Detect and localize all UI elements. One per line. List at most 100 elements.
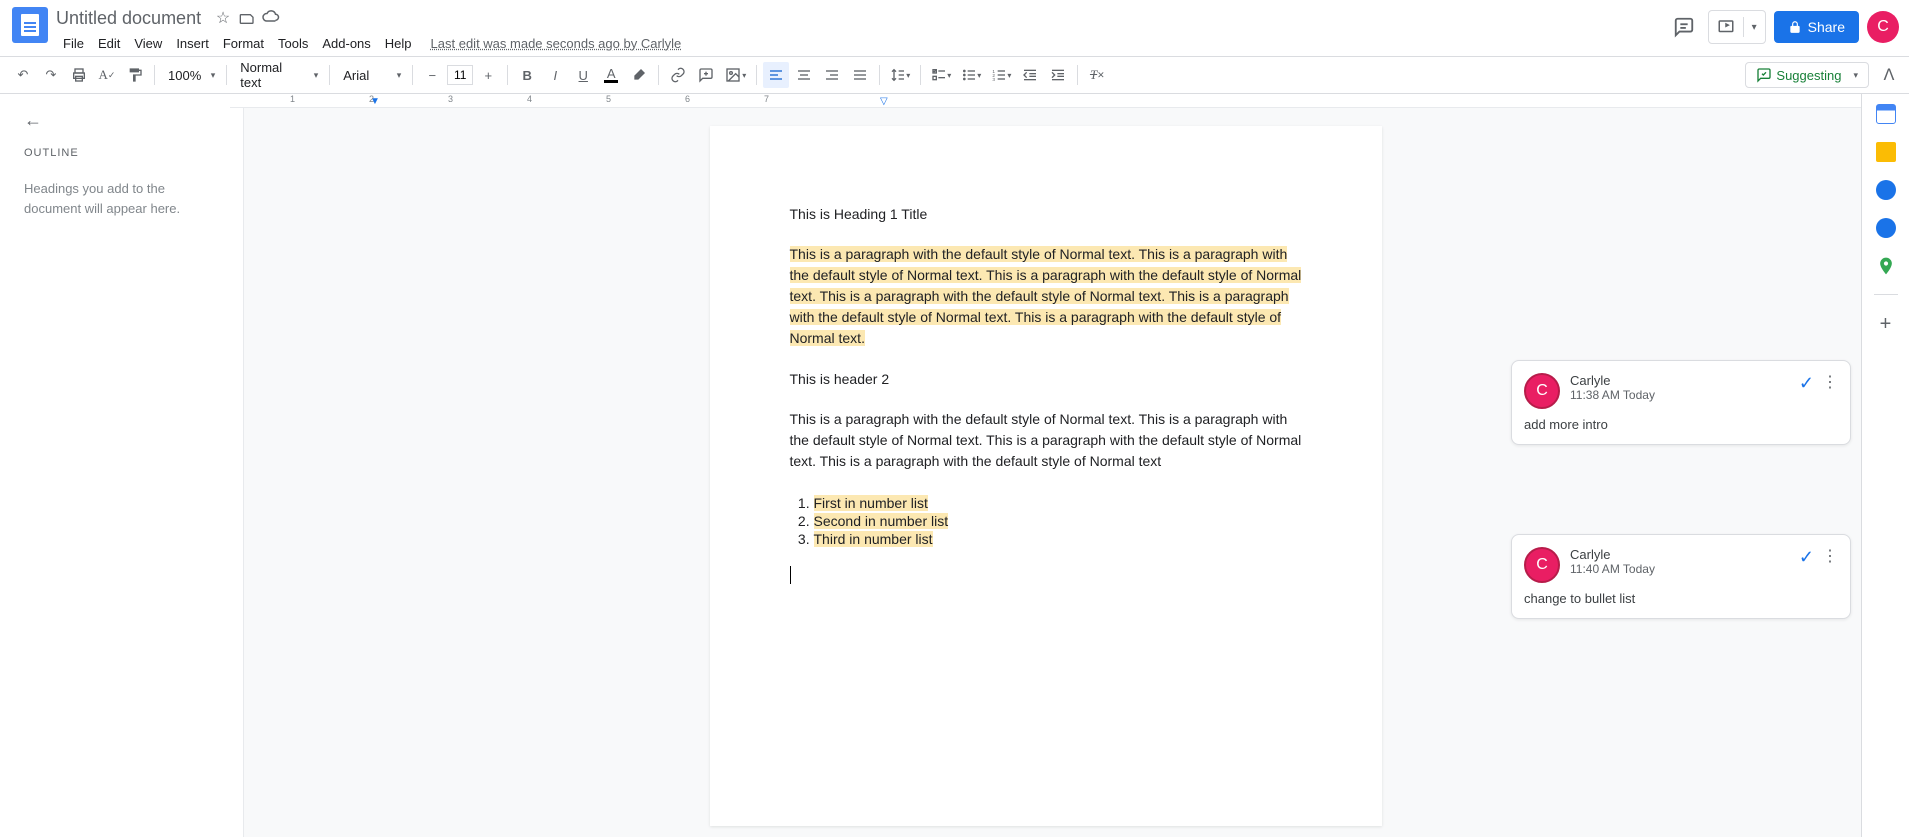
- redo-icon[interactable]: ↷: [38, 62, 64, 88]
- get-addons-icon[interactable]: +: [1880, 313, 1892, 336]
- account-avatar[interactable]: C: [1867, 11, 1899, 43]
- document-page[interactable]: This is Heading 1 Title This is a paragr…: [710, 126, 1382, 826]
- font-select[interactable]: Arial: [336, 63, 406, 87]
- comment-text: add more intro: [1524, 417, 1838, 432]
- decrease-font-icon[interactable]: −: [419, 62, 445, 88]
- comment-card[interactable]: C Carlyle 11:40 AM Today ✓ ⋮ change to b…: [1511, 534, 1851, 619]
- present-icon[interactable]: [1709, 11, 1743, 43]
- menu-tools[interactable]: Tools: [271, 32, 315, 55]
- last-edit-link[interactable]: Last edit was made seconds ago by Carlyl…: [431, 36, 682, 51]
- heading-1[interactable]: This is Heading 1 Title: [790, 206, 1302, 222]
- outline-title: OUTLINE: [24, 147, 206, 159]
- side-panel-rail: +: [1861, 94, 1909, 837]
- comment-avatar: C: [1524, 373, 1560, 409]
- menu-edit[interactable]: Edit: [91, 32, 127, 55]
- document-title[interactable]: Untitled document: [56, 8, 201, 29]
- align-right-icon[interactable]: [819, 62, 845, 88]
- open-comments-icon[interactable]: [1668, 11, 1700, 43]
- highlighted-text[interactable]: Second in number list: [814, 513, 949, 529]
- mode-label: Suggesting: [1776, 68, 1841, 83]
- numbered-list-icon[interactable]: 123▾: [987, 62, 1015, 88]
- bold-icon[interactable]: B: [514, 62, 540, 88]
- comment-more-icon[interactable]: ⋮: [1822, 380, 1838, 386]
- increase-indent-icon[interactable]: [1045, 62, 1071, 88]
- tasks-addon-icon[interactable]: [1876, 180, 1896, 200]
- paragraph-2[interactable]: This is a paragraph with the default sty…: [790, 409, 1302, 472]
- add-comment-icon[interactable]: [693, 62, 719, 88]
- highlighted-text[interactable]: First in number list: [814, 495, 928, 511]
- list-item[interactable]: Third in number list: [814, 530, 1302, 548]
- document-canvas[interactable]: ▼ ▽ 1234567 This is Heading 1 Title This…: [230, 94, 1861, 837]
- line-spacing-icon[interactable]: ▾: [886, 62, 914, 88]
- outline-hint: Headings you add to the document will ap…: [24, 179, 206, 218]
- spellcheck-icon[interactable]: A✓: [94, 62, 120, 88]
- resolve-comment-icon[interactable]: ✓: [1799, 547, 1814, 568]
- maps-addon-icon[interactable]: [1876, 256, 1896, 276]
- keep-addon-icon[interactable]: [1876, 142, 1896, 162]
- highlighted-text[interactable]: Third in number list: [814, 531, 933, 547]
- numbered-list[interactable]: First in number list Second in number lis…: [814, 494, 1302, 548]
- contacts-addon-icon[interactable]: [1876, 218, 1896, 238]
- resolve-comment-icon[interactable]: ✓: [1799, 373, 1814, 394]
- ruler-tick: 3: [448, 94, 453, 104]
- print-icon[interactable]: [66, 62, 92, 88]
- comment-text: change to bullet list: [1524, 591, 1838, 606]
- comment-timestamp: 11:38 AM Today: [1570, 388, 1655, 402]
- docs-logo-icon[interactable]: [12, 7, 48, 43]
- zoom-select[interactable]: 100%: [161, 63, 220, 87]
- paint-format-icon[interactable]: [122, 62, 148, 88]
- font-size-input[interactable]: [447, 65, 473, 85]
- move-icon[interactable]: [237, 8, 257, 28]
- highlighted-text[interactable]: This is a paragraph with the default sty…: [790, 246, 1302, 346]
- outline-panel: ← OUTLINE Headings you add to the docume…: [0, 94, 230, 837]
- comment-timestamp: 11:40 AM Today: [1570, 562, 1655, 576]
- present-dropdown-icon[interactable]: ▾: [1744, 11, 1765, 43]
- header-actions: ▾ Share C: [1668, 10, 1899, 44]
- present-button[interactable]: ▾: [1708, 10, 1766, 44]
- ruler-tick: 2: [369, 94, 374, 104]
- editing-mode-select[interactable]: Suggesting ▾: [1745, 62, 1869, 88]
- highlight-color-icon[interactable]: [626, 62, 652, 88]
- menu-help[interactable]: Help: [378, 32, 419, 55]
- paragraph-1[interactable]: This is a paragraph with the default sty…: [790, 244, 1302, 349]
- decrease-indent-icon[interactable]: [1017, 62, 1043, 88]
- menu-file[interactable]: File: [56, 32, 91, 55]
- list-item[interactable]: First in number list: [814, 494, 1302, 512]
- menu-format[interactable]: Format: [216, 32, 271, 55]
- align-justify-icon[interactable]: [847, 62, 873, 88]
- underline-icon[interactable]: U: [570, 62, 596, 88]
- collapse-toolbar-icon[interactable]: ᐱ: [1877, 63, 1901, 87]
- menu-addons[interactable]: Add-ons: [315, 32, 377, 55]
- toolbar: ↶ ↷ A✓ 100% Normal text Arial − + B I U …: [0, 56, 1909, 94]
- ruler-tick: 4: [527, 94, 532, 104]
- star-icon[interactable]: ☆: [213, 8, 233, 28]
- checklist-icon[interactable]: ▾: [927, 62, 955, 88]
- insert-link-icon[interactable]: [665, 62, 691, 88]
- list-item[interactable]: Second in number list: [814, 512, 1302, 530]
- text-color-icon[interactable]: A: [598, 62, 624, 88]
- menu-view[interactable]: View: [127, 32, 169, 55]
- bulleted-list-icon[interactable]: ▾: [957, 62, 985, 88]
- indent-right-marker-icon[interactable]: ▽: [880, 96, 888, 107]
- paragraph-style-select[interactable]: Normal text: [233, 63, 323, 87]
- align-center-icon[interactable]: [791, 62, 817, 88]
- align-left-icon[interactable]: [763, 62, 789, 88]
- ruler-tick: 1: [290, 94, 295, 104]
- outline-close-icon[interactable]: ←: [24, 110, 206, 131]
- increase-font-icon[interactable]: +: [475, 62, 501, 88]
- italic-icon[interactable]: I: [542, 62, 568, 88]
- cloud-status-icon[interactable]: [261, 8, 281, 28]
- comment-more-icon[interactable]: ⋮: [1822, 554, 1838, 560]
- horizontal-ruler[interactable]: ▼ ▽ 1234567: [230, 94, 1861, 108]
- comment-card[interactable]: C Carlyle 11:38 AM Today ✓ ⋮ add more in…: [1511, 360, 1851, 445]
- heading-2[interactable]: This is header 2: [790, 371, 1302, 387]
- calendar-addon-icon[interactable]: [1876, 104, 1896, 124]
- share-button[interactable]: Share: [1774, 11, 1859, 43]
- title-bar: Untitled document ☆: [0, 0, 1909, 30]
- menu-insert[interactable]: Insert: [169, 32, 216, 55]
- menu-bar: File Edit View Insert Format Tools Add-o…: [0, 30, 1909, 56]
- clear-formatting-icon[interactable]: T✕: [1084, 62, 1110, 88]
- undo-icon[interactable]: ↶: [10, 62, 36, 88]
- ruler-tick: 6: [685, 94, 690, 104]
- insert-image-icon[interactable]: ▾: [721, 62, 750, 88]
